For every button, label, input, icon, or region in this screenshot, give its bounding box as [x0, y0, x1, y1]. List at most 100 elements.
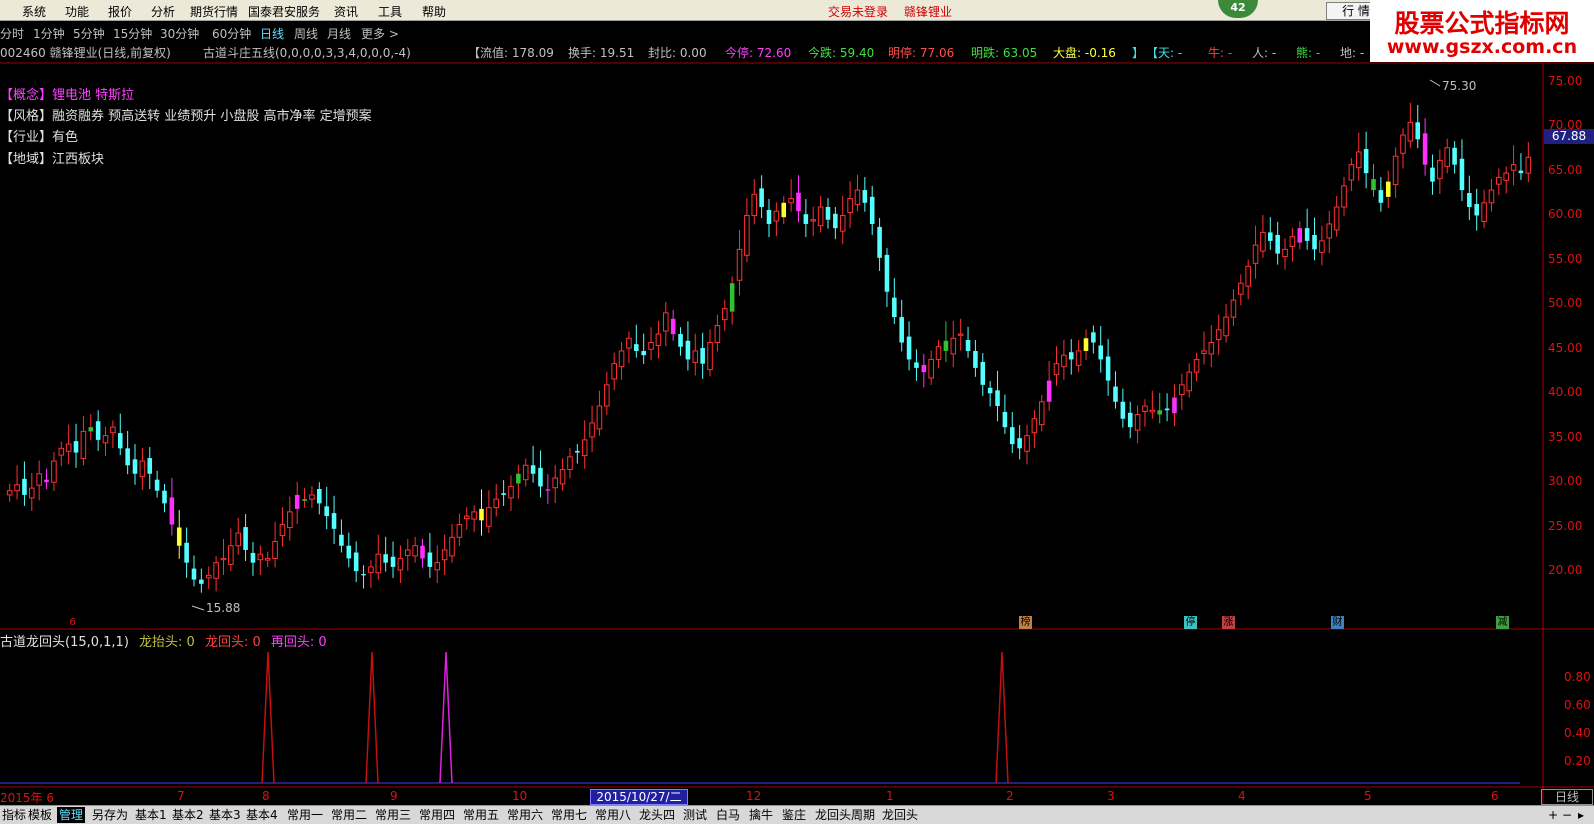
candle-body [1341, 185, 1347, 208]
candle-body [1193, 358, 1200, 373]
period-1min[interactable]: 1分钟 [33, 25, 65, 42]
period-60min[interactable]: 60分钟 [212, 25, 251, 42]
tab-scroll-icon[interactable]: ▸ [1578, 807, 1584, 823]
candle-body [1134, 413, 1141, 431]
tab-common-2[interactable]: 常用二 [331, 807, 367, 823]
tab-minus-icon[interactable]: − [1562, 807, 1572, 823]
candle-body [420, 545, 425, 559]
tab-dragon-return-cycle[interactable]: 龙回头周期 [815, 807, 875, 823]
candle-body [796, 192, 801, 212]
time-tick: 8 [262, 789, 270, 803]
tab-manage[interactable]: 管理 [57, 807, 86, 823]
tab-basic-3[interactable]: 基本3 [209, 807, 241, 823]
time-tick: 2 [1006, 789, 1014, 803]
period-intraday[interactable]: 分时 [0, 25, 24, 42]
circulating-value: 【流值: 178.09 [468, 46, 554, 60]
candle-body [634, 344, 639, 351]
candle-body [921, 364, 927, 373]
candle-body [317, 488, 322, 504]
candle-body [1415, 122, 1421, 140]
candle-body [655, 333, 662, 346]
candle-body [1452, 147, 1457, 165]
period-30min[interactable]: 30分钟 [160, 25, 199, 42]
tab-plus-icon[interactable]: + [1548, 807, 1558, 823]
event-marker[interactable]: 涨 [1222, 616, 1235, 629]
tab-dragon-return[interactable]: 龙回头 [882, 807, 918, 823]
indicator-name: 古道斗庄五线(0,0,0,0,3,3,4,0,0,0,-4) [203, 46, 411, 60]
menu-item-system[interactable]: 系统 [22, 3, 46, 20]
menu-item-quote[interactable]: 报价 [108, 3, 132, 20]
candle-body [1149, 409, 1156, 413]
candle-body [1474, 204, 1479, 216]
tab-dragon-head-4[interactable]: 龙头四 [639, 807, 675, 823]
tab-common-6[interactable]: 常用六 [507, 807, 543, 823]
period-5min[interactable]: 5分钟 [73, 25, 105, 42]
menu-item-news[interactable]: 资讯 [334, 3, 358, 20]
tab-common-5[interactable]: 常用五 [463, 807, 499, 823]
candle-body [324, 506, 329, 517]
candle-body [575, 450, 580, 453]
tab-common-8[interactable]: 常用八 [595, 807, 631, 823]
candle-body [803, 214, 809, 224]
period-15min[interactable]: 15分钟 [113, 25, 152, 42]
candle-body [176, 527, 182, 546]
tab-basic-1[interactable]: 基本1 [135, 807, 167, 823]
candle-body [1164, 408, 1170, 411]
tab-common-4[interactable]: 常用四 [419, 807, 455, 823]
candle-body [1230, 299, 1237, 318]
candle-body [287, 511, 293, 529]
candle-body [169, 497, 175, 525]
period-more[interactable]: 更多 > [361, 25, 399, 42]
menu-item-futures[interactable]: 期货行情 [190, 3, 238, 20]
market-index: 大盘: -0.16 [1053, 46, 1116, 60]
candle-body [1142, 405, 1148, 413]
tab-catch-bull[interactable]: 擒牛 [749, 807, 773, 823]
candle-body [1172, 397, 1177, 414]
candle-body [1223, 316, 1229, 337]
menu-item-gtja-service[interactable]: 国泰君安服务 [248, 3, 320, 20]
candle-body [339, 534, 344, 546]
event-marker[interactable]: 榜 [1019, 616, 1032, 629]
event-marker[interactable]: 6 [66, 616, 79, 629]
candle-body [1120, 401, 1126, 419]
menu-item-help[interactable]: 帮助 [422, 3, 446, 20]
candle-body [191, 568, 197, 580]
tab-indicator[interactable]: 指标 [2, 807, 26, 823]
period-weekly[interactable]: 周线 [294, 25, 318, 42]
candle-body [272, 540, 278, 559]
tab-basic-4[interactable]: 基本4 [246, 807, 278, 823]
region-tag: 【地域】江西板块 [0, 152, 105, 167]
candle-body [618, 350, 625, 368]
event-marker[interactable]: 停 [1184, 616, 1197, 629]
menu-item-analysis[interactable]: 分析 [151, 3, 175, 20]
tab-identify-dealer[interactable]: 鉴庄 [782, 807, 806, 823]
indicator-series-1: 龙抬头: 0 [139, 635, 195, 650]
login-status[interactable]: 交易未登录 [828, 3, 888, 20]
candle-body [581, 439, 588, 457]
event-marker[interactable]: 减 [1496, 616, 1509, 629]
candle-body [1215, 329, 1222, 341]
tab-white-horse[interactable]: 白马 [716, 807, 740, 823]
candle-body [1355, 151, 1362, 169]
candle-body [935, 346, 942, 360]
period-daily[interactable]: 日线 [260, 25, 284, 42]
period-monthly[interactable]: 月线 [327, 25, 351, 42]
candle-body [1157, 410, 1163, 415]
tab-template[interactable]: 模板 [28, 807, 52, 823]
period-indicator-box[interactable]: 日线 [1541, 789, 1593, 805]
seal-ratio: 封比: 0.00 [648, 46, 707, 60]
tab-basic-2[interactable]: 基本2 [172, 807, 204, 823]
limit-up-tomorrow: 明停: 77.06 [888, 46, 955, 60]
candle-body [383, 554, 388, 563]
tab-common-7[interactable]: 常用七 [551, 807, 587, 823]
stock-code-name: 002460 赣锋锂业(日线,前复权) [0, 46, 171, 60]
tab-common-1[interactable]: 常用一 [287, 807, 323, 823]
tab-save-as[interactable]: 另存为 [92, 807, 128, 823]
tab-test[interactable]: 测试 [683, 807, 707, 823]
concept-value: 锂电池 特斯拉 [52, 88, 135, 103]
menu-item-function[interactable]: 功能 [65, 3, 89, 20]
candle-body [1252, 244, 1259, 264]
event-marker[interactable]: 财 [1331, 616, 1344, 629]
tab-common-3[interactable]: 常用三 [375, 807, 411, 823]
menu-item-tools[interactable]: 工具 [378, 3, 402, 20]
